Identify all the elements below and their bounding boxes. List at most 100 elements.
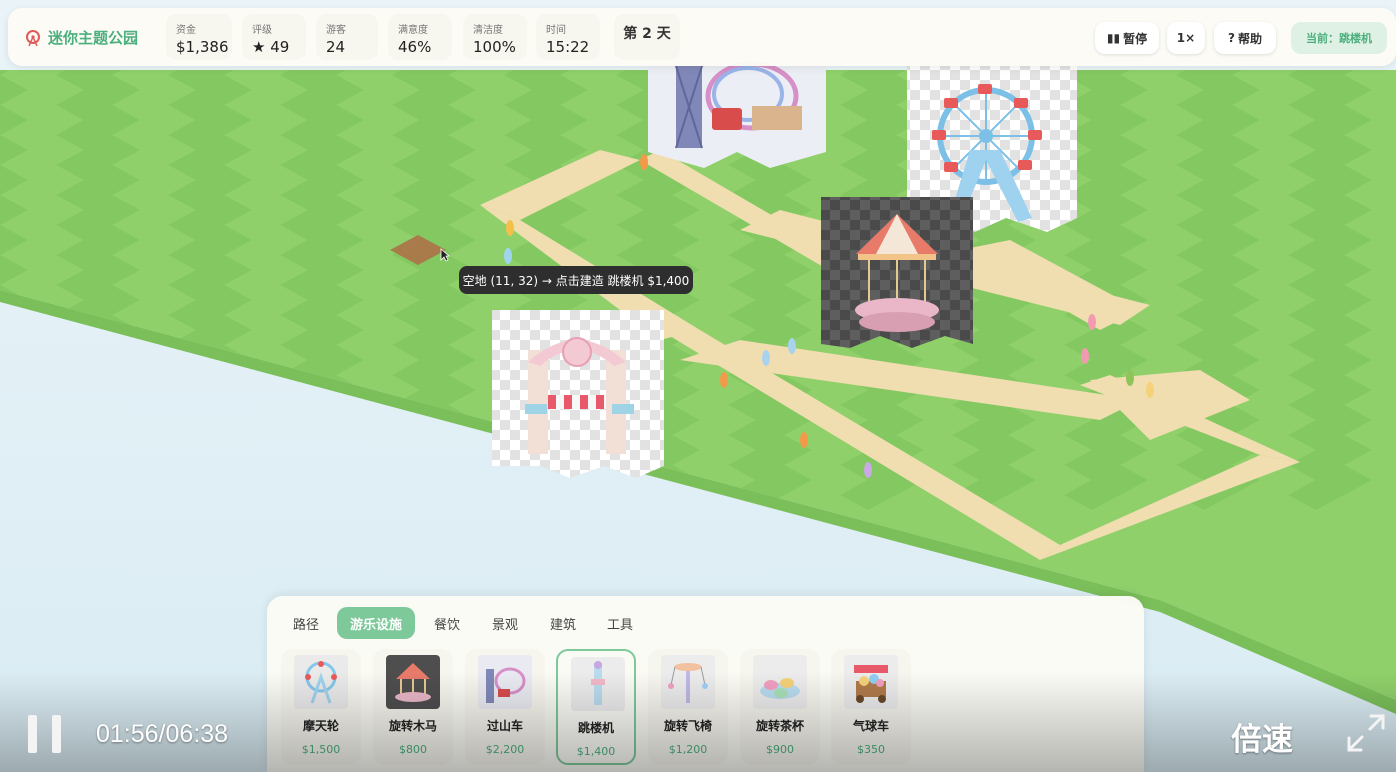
- grass-tile[interactable]: [56, 420, 112, 450]
- grass-tile[interactable]: [168, 360, 224, 390]
- grass-tile[interactable]: [196, 405, 252, 435]
- ride-card-roller-coaster[interactable]: 过山车 $2,200: [465, 649, 545, 765]
- grass-tile[interactable]: [196, 435, 252, 465]
- ride-card-tea-cups[interactable]: 旋转茶杯 $900: [740, 649, 820, 765]
- guest-figure[interactable]: [506, 220, 514, 236]
- stat-rating-value: ★ 49: [252, 38, 290, 56]
- grass-tile[interactable]: [168, 480, 224, 510]
- stat-time-value: 15:22: [546, 38, 590, 56]
- grass-tile[interactable]: [84, 375, 140, 405]
- pause-button[interactable]: ▮▮ 暂停: [1095, 22, 1159, 54]
- guest-figure[interactable]: [640, 154, 648, 170]
- tile-tooltip: 空地 (11, 32) → 点击建造 跳楼机 $1,400: [459, 266, 693, 294]
- ride-name: 摩天轮: [302, 719, 339, 733]
- grass-tile[interactable]: [504, 480, 560, 510]
- entrance-gate-building[interactable]: [492, 310, 664, 478]
- grass-tile[interactable]: [308, 465, 364, 495]
- current-tool-badge: 当前：跳楼机: [1291, 22, 1387, 54]
- day-counter: 第 2 天: [614, 14, 680, 60]
- guest-figure[interactable]: [864, 462, 872, 478]
- tab-buildings[interactable]: 建筑: [538, 607, 588, 639]
- grass-tile[interactable]: [0, 405, 28, 435]
- tab-rides[interactable]: 游乐设施: [337, 607, 415, 639]
- grass-tile[interactable]: [168, 450, 224, 480]
- guest-figure[interactable]: [1088, 314, 1096, 330]
- tab-paths[interactable]: 路径: [281, 607, 331, 639]
- video-pause-button[interactable]: [28, 715, 62, 753]
- ride-name: 气球车: [852, 719, 889, 733]
- grass-tile[interactable]: [0, 375, 28, 405]
- fullscreen-icon[interactable]: [1346, 713, 1386, 753]
- ride-price: $900: [766, 743, 794, 756]
- ride-card-drop-tower[interactable]: 跳楼机 $1,400: [556, 649, 636, 765]
- ride-name: 旋转茶杯: [755, 719, 804, 733]
- tab-tools[interactable]: 工具: [595, 607, 645, 639]
- park-title: 迷你主题公园: [48, 29, 139, 47]
- help-button[interactable]: ? 帮助: [1214, 22, 1276, 54]
- grass-tile[interactable]: [168, 390, 224, 420]
- tab-food[interactable]: 餐饮: [422, 607, 472, 639]
- roller-coaster-building[interactable]: [648, 60, 826, 168]
- guest-figure[interactable]: [1126, 370, 1134, 386]
- grass-tile[interactable]: [280, 450, 336, 480]
- roller-coaster-icon: [478, 655, 532, 709]
- ride-name: 旋转木马: [388, 719, 437, 733]
- guest-figure[interactable]: [788, 338, 796, 354]
- grass-tile[interactable]: [308, 405, 364, 435]
- grass-tile[interactable]: [84, 345, 140, 375]
- help-button-label: 帮助: [1237, 31, 1262, 46]
- grass-tile[interactable]: [56, 330, 112, 360]
- grass-tile[interactable]: [420, 465, 476, 495]
- video-time: 01:56/06:38: [96, 720, 229, 748]
- carousel-building[interactable]: [821, 197, 973, 348]
- grass-tile[interactable]: [84, 435, 140, 465]
- grass-tile[interactable]: [0, 465, 28, 495]
- grass-tile[interactable]: [280, 480, 336, 510]
- video-speed-button[interactable]: 倍速: [1231, 714, 1293, 759]
- guest-figure[interactable]: [1081, 348, 1089, 364]
- ride-card-carousel[interactable]: 旋转木马 $800: [373, 649, 453, 765]
- guest-figure[interactable]: [762, 350, 770, 366]
- carousel-icon: [386, 655, 440, 709]
- grass-tile[interactable]: [392, 420, 448, 450]
- grass-tile[interactable]: [56, 390, 112, 420]
- stat-money-value: $1,386: [176, 38, 229, 56]
- speed-button[interactable]: 1×: [1167, 22, 1205, 54]
- guest-figure[interactable]: [1146, 382, 1154, 398]
- guest-figure[interactable]: [504, 248, 512, 264]
- guest-figure[interactable]: [800, 432, 808, 448]
- grass-tile[interactable]: [0, 315, 28, 345]
- ride-card-balloon-cart[interactable]: 气球车 $350: [831, 649, 911, 765]
- stat-satisfaction: 满意度 46%: [388, 14, 452, 60]
- stat-rating: 评级 ★ 49: [242, 14, 306, 60]
- grass-tile[interactable]: [280, 390, 336, 420]
- stat-money-label: 资金: [176, 25, 196, 36]
- ride-card-ferris-wheel[interactable]: 摩天轮 $1,500: [281, 649, 361, 765]
- grass-tile[interactable]: [392, 450, 448, 480]
- grass-tile[interactable]: [56, 450, 112, 480]
- grass-tile[interactable]: [196, 465, 252, 495]
- grass-tile[interactable]: [0, 345, 28, 375]
- grass-tile[interactable]: [196, 375, 252, 405]
- stat-satisfaction-value: 46%: [398, 38, 432, 56]
- ride-price: $1,200: [668, 743, 708, 756]
- grass-tile[interactable]: [420, 435, 476, 465]
- grass-tile[interactable]: [84, 465, 140, 495]
- grass-tile[interactable]: [0, 435, 28, 465]
- grass-tile[interactable]: [56, 360, 112, 390]
- grass-tile[interactable]: [56, 480, 112, 510]
- grass-tile[interactable]: [84, 405, 140, 435]
- ride-card-swing-ride[interactable]: 旋转飞椅 $1,200: [648, 649, 728, 765]
- guest-figure[interactable]: [720, 372, 728, 388]
- tea-cups-icon: [753, 655, 807, 709]
- grass-tile[interactable]: [392, 480, 448, 510]
- grass-tile[interactable]: [616, 480, 672, 510]
- grass-tile[interactable]: [308, 435, 364, 465]
- stat-guests: 游客 24: [316, 14, 378, 60]
- ride-name: 跳楼机: [577, 721, 614, 735]
- grass-tile[interactable]: [280, 420, 336, 450]
- grass-tile[interactable]: [168, 420, 224, 450]
- tab-scenery[interactable]: 景观: [480, 607, 530, 639]
- stat-cleanliness: 清洁度 100%: [463, 14, 527, 60]
- ride-price: $2,200: [485, 743, 525, 756]
